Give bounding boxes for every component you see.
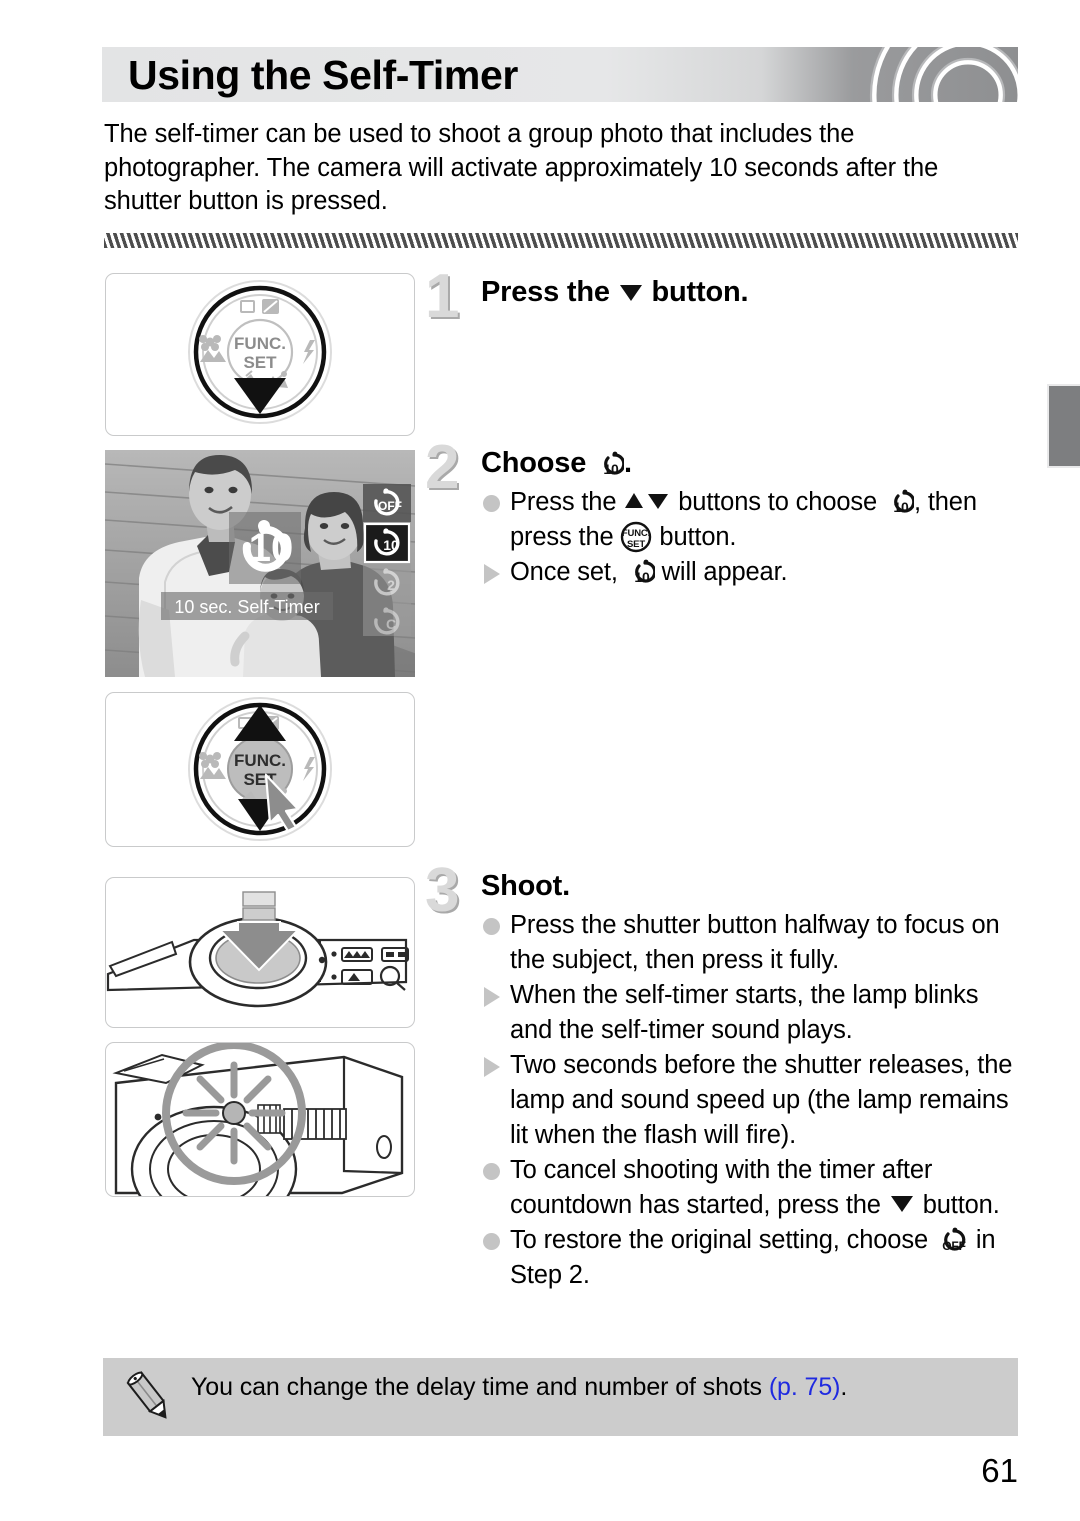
self-timer-10sec-icon: 10 bbox=[884, 488, 916, 516]
step-3-heading: Shoot. bbox=[481, 870, 571, 902]
step-2-number: 2 bbox=[425, 433, 460, 502]
lens-decoration-icon bbox=[869, 47, 1018, 102]
s3-b4-part2: button. bbox=[922, 1191, 1000, 1219]
svg-text:2: 2 bbox=[387, 577, 395, 593]
step-3-bullet-4: To cancel shooting with the timer after … bbox=[481, 1153, 1025, 1223]
step-3-bullet-2: When the self-timer starts, the lamp bli… bbox=[481, 978, 1025, 1048]
step-2-heading-before: Choose bbox=[481, 447, 587, 479]
self-timer-off-icon: OFF bbox=[935, 1226, 969, 1254]
up-button-icon bbox=[623, 487, 645, 509]
s2-b1-part2: buttons to choose bbox=[678, 488, 878, 516]
step-3: 3 Shoot. Press the shutter button halfwa… bbox=[425, 860, 1025, 1293]
figure-shutter-button bbox=[105, 877, 415, 1028]
figure-camera-front-lamp bbox=[105, 1042, 415, 1197]
svg-text:OFF: OFF bbox=[942, 1239, 966, 1253]
s2-b2-part1: Once set, bbox=[510, 558, 618, 586]
step-1-heading: Press the button. bbox=[481, 272, 1025, 312]
step-3-number: 3 bbox=[425, 856, 460, 925]
svg-text:C: C bbox=[386, 616, 396, 632]
self-timer-10sec-icon: 10 bbox=[594, 449, 626, 477]
page-reference-link[interactable]: (p. 75) bbox=[769, 1373, 841, 1401]
svg-text:FUNC.: FUNC. bbox=[234, 334, 286, 353]
step-2-body: Press the buttons to choose 10 , then pr… bbox=[481, 485, 1025, 590]
step-3-body: Press the shutter button halfway to focu… bbox=[481, 908, 1025, 1293]
intro-paragraph: The self-timer can be used to shoot a gr… bbox=[104, 120, 939, 215]
page-header: Using the Self-Timer bbox=[102, 47, 1018, 102]
svg-text:10: 10 bbox=[603, 461, 619, 477]
step-2-heading-after: . bbox=[624, 447, 632, 479]
svg-text:10: 10 bbox=[383, 537, 399, 553]
s2-b2-part2: will appear. bbox=[661, 558, 788, 586]
figure-self-timer-menu-screen: 10 10 sec. Self-Timer OFF 10 2 C bbox=[105, 450, 415, 677]
step-1-number: 1 bbox=[425, 262, 460, 331]
page-number: 61 bbox=[981, 1452, 1018, 1489]
step-3-bullet-3: Two seconds before the shutter releases,… bbox=[481, 1048, 1025, 1153]
note-text-after: . bbox=[840, 1373, 848, 1401]
step-3-bullet-1: Press the shutter button halfway to focu… bbox=[481, 908, 1025, 978]
down-button-icon bbox=[645, 487, 671, 509]
svg-text:OFF: OFF bbox=[378, 499, 402, 513]
step-2: 2 Choose 10 . Press the buttons to choos… bbox=[425, 437, 1025, 590]
step-2-heading: Choose 10 . bbox=[481, 443, 1025, 483]
note-text-before: You can change the delay time and number… bbox=[191, 1373, 762, 1401]
chapter-edge-tab bbox=[1047, 384, 1080, 468]
s3-b4-part1: To cancel shooting with the timer after … bbox=[510, 1156, 933, 1219]
note-box: You can change the delay time and number… bbox=[103, 1358, 1018, 1436]
figure-control-dial-func-set: FUNC. SET bbox=[105, 692, 415, 847]
func-set-icon: FUNC. SET bbox=[620, 521, 652, 553]
down-button-icon bbox=[618, 274, 644, 301]
note-text: You can change the delay time and number… bbox=[191, 1370, 847, 1404]
svg-text:10: 10 bbox=[249, 526, 294, 570]
step-1: 1 Press the button. bbox=[425, 266, 1025, 328]
svg-text:10: 10 bbox=[893, 499, 909, 515]
svg-text:10: 10 bbox=[634, 569, 650, 585]
svg-text:FUNC.: FUNC. bbox=[234, 751, 286, 770]
down-button-icon bbox=[888, 1190, 916, 1214]
svg-text:10 sec. Self-Timer: 10 sec. Self-Timer bbox=[174, 597, 319, 617]
svg-text:SET: SET bbox=[627, 539, 645, 550]
s3-b5-part1: To restore the original setting, choose bbox=[510, 1226, 928, 1254]
figure-control-dial-down: FUNC. SET bbox=[105, 273, 415, 436]
s2-b1-part4: button. bbox=[659, 523, 737, 551]
step-1-heading-after: button. bbox=[651, 276, 749, 308]
svg-text:SET: SET bbox=[243, 353, 277, 372]
pencil-icon bbox=[126, 1371, 167, 1419]
step-2-bullet-2: Once set, 10 will appear. bbox=[481, 555, 1025, 590]
step-3-bullet-5: To restore the original setting, choose … bbox=[481, 1223, 1025, 1293]
s2-b1-part1: Press the bbox=[510, 488, 617, 516]
svg-text:FUNC.: FUNC. bbox=[622, 528, 650, 539]
hatch-separator bbox=[104, 233, 1018, 248]
step-2-bullet-1: Press the buttons to choose 10 , then pr… bbox=[481, 485, 1025, 555]
self-timer-10sec-icon: 10 bbox=[625, 558, 657, 586]
page-title: Using the Self-Timer bbox=[128, 52, 518, 98]
step-1-heading-before: Press the bbox=[481, 276, 610, 308]
